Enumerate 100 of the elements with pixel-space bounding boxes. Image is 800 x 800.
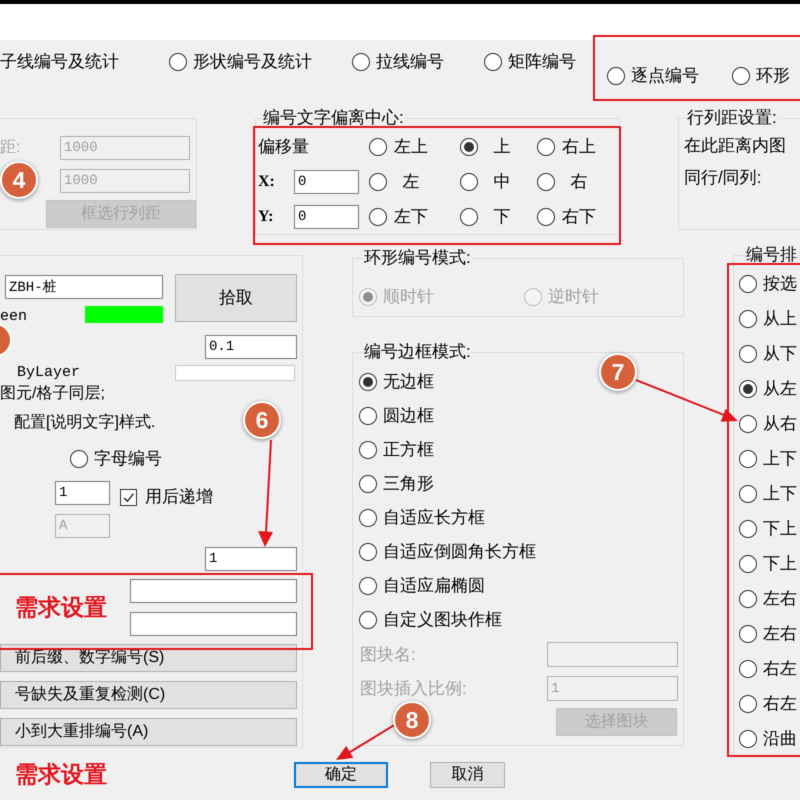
radio-icon[interactable] bbox=[739, 554, 757, 572]
checkbox-icon[interactable] bbox=[120, 488, 137, 506]
radio-icon[interactable] bbox=[369, 172, 387, 190]
radio-icon[interactable] bbox=[739, 520, 757, 538]
radio-icon[interactable] bbox=[460, 208, 478, 226]
action-button[interactable]: 小到大重排编号(A) bbox=[0, 718, 297, 746]
radio-icon[interactable] bbox=[359, 577, 377, 595]
axis-label: Y: bbox=[258, 206, 274, 226]
radio-icon[interactable] bbox=[359, 407, 377, 425]
radio-option[interactable]: 自适应扁椭圆 bbox=[359, 575, 485, 597]
radio-icon[interactable] bbox=[369, 138, 387, 156]
radio-option[interactable]: 无边框 bbox=[359, 371, 434, 393]
radio-option[interactable]: 自定义图块作框 bbox=[359, 609, 502, 631]
radio-icon[interactable] bbox=[484, 53, 502, 71]
text-height-field[interactable]: 0.1 bbox=[205, 335, 297, 359]
step-badge: 7 bbox=[599, 353, 637, 391]
mode-option-label[interactable]: 子线编号及统计 bbox=[0, 51, 119, 73]
radio-option[interactable]: 从右 bbox=[739, 412, 797, 434]
offset-y-field[interactable]: 0 bbox=[294, 204, 359, 228]
radio-icon[interactable] bbox=[732, 67, 750, 85]
radio-option[interactable]: 上 bbox=[460, 136, 520, 158]
radio-icon[interactable] bbox=[739, 484, 757, 502]
radio-icon[interactable] bbox=[607, 67, 625, 85]
radio-icon[interactable] bbox=[359, 611, 377, 629]
step-marker-icon bbox=[0, 323, 12, 357]
radio-icon[interactable] bbox=[359, 373, 377, 391]
radio-icon[interactable] bbox=[537, 208, 555, 226]
radio-option[interactable]: 下 bbox=[460, 206, 520, 228]
radio-icon[interactable] bbox=[739, 590, 757, 608]
radio-icon[interactable] bbox=[739, 624, 757, 642]
radio-option[interactable]: 三角形 bbox=[359, 473, 434, 495]
radio-option[interactable]: 下上 bbox=[739, 552, 797, 574]
prefix-field[interactable] bbox=[130, 579, 297, 603]
radio-option[interactable]: 字母编号 bbox=[70, 448, 162, 470]
radio-option[interactable]: 形状编号及统计 bbox=[169, 51, 312, 73]
radio-option[interactable]: 右左 bbox=[739, 658, 797, 680]
action-button[interactable]: 号缺失及重复检测(C) bbox=[0, 681, 297, 709]
radio-icon[interactable] bbox=[359, 543, 377, 561]
radio-icon[interactable] bbox=[739, 414, 757, 432]
radio-option[interactable]: 沿曲 bbox=[739, 728, 797, 750]
group-title: 行列距设置: bbox=[686, 107, 778, 129]
radio-option[interactable]: 中 bbox=[460, 170, 520, 192]
radio-icon[interactable] bbox=[359, 475, 377, 493]
radio-option[interactable]: 左右 bbox=[739, 622, 797, 644]
radio-icon[interactable] bbox=[369, 208, 387, 226]
radio-icon[interactable] bbox=[739, 694, 757, 712]
radio-option[interactable]: 从下 bbox=[739, 342, 797, 364]
radio-icon[interactable] bbox=[359, 441, 377, 459]
radio-icon[interactable] bbox=[739, 344, 757, 362]
group-title: 环形编号模式: bbox=[363, 247, 472, 269]
block-name-field[interactable] bbox=[547, 642, 678, 667]
radio-icon[interactable] bbox=[70, 450, 88, 468]
radio-option[interactable]: 下上 bbox=[739, 518, 797, 540]
radio-option[interactable]: 正方框 bbox=[359, 439, 434, 461]
start-number-field[interactable]: 1 bbox=[55, 481, 110, 505]
radio-option[interactable]: 从左 bbox=[739, 378, 797, 400]
radio-icon[interactable] bbox=[739, 310, 757, 328]
radio-option[interactable]: 左右 bbox=[739, 588, 797, 610]
pick-button[interactable]: 拾取 bbox=[175, 274, 297, 322]
step-field[interactable]: 1 bbox=[205, 547, 297, 571]
linetype-field[interactable] bbox=[175, 365, 295, 381]
radio-icon[interactable] bbox=[739, 660, 757, 678]
radio-option[interactable]: 左上 bbox=[369, 136, 429, 158]
radio-option[interactable]: 左 bbox=[369, 170, 429, 192]
axis-label: X: bbox=[258, 172, 275, 192]
radio-option[interactable]: 矩阵编号 bbox=[484, 51, 576, 73]
radio-icon[interactable] bbox=[359, 509, 377, 527]
cancel-button[interactable]: 取消 bbox=[430, 762, 505, 788]
radio-option[interactable]: 右 bbox=[537, 170, 597, 192]
radio-option[interactable]: 逐点编号 bbox=[607, 65, 699, 87]
radio-icon[interactable] bbox=[739, 274, 757, 292]
radio-icon[interactable] bbox=[739, 730, 757, 748]
radio-option[interactable]: 自适应倒圆角长方框 bbox=[359, 541, 536, 563]
radio-option[interactable]: 上下 bbox=[739, 448, 797, 470]
radio-option[interactable]: 上下 bbox=[739, 482, 797, 504]
radio-option[interactable]: 自适应长方框 bbox=[359, 507, 485, 529]
radio-option[interactable]: 右左 bbox=[739, 692, 797, 714]
radio-option[interactable]: 左下 bbox=[369, 206, 429, 228]
radio-option[interactable]: 按选 bbox=[739, 272, 797, 294]
radio-icon[interactable] bbox=[460, 172, 478, 190]
radio-icon[interactable] bbox=[739, 450, 757, 468]
info-text: 同行/同列: bbox=[684, 167, 762, 189]
radio-option[interactable]: 右上 bbox=[537, 136, 597, 158]
radio-icon[interactable] bbox=[352, 53, 370, 71]
radio-icon[interactable] bbox=[537, 138, 555, 156]
radio-option[interactable]: 从上 bbox=[739, 308, 797, 330]
offset-x-field[interactable]: 0 bbox=[294, 170, 359, 194]
ok-button[interactable]: 确定 bbox=[294, 762, 388, 788]
radio-icon[interactable] bbox=[460, 138, 478, 156]
radio-icon[interactable] bbox=[537, 172, 555, 190]
radio-icon[interactable] bbox=[169, 53, 187, 71]
layer-name-field[interactable]: ZBH-桩 bbox=[5, 275, 163, 299]
radio-icon[interactable] bbox=[739, 380, 757, 398]
radio-option[interactable]: 环形 bbox=[732, 65, 790, 87]
radio-option[interactable]: 拉线编号 bbox=[352, 51, 444, 73]
radio-option[interactable]: 圆边框 bbox=[359, 405, 434, 427]
radio-option[interactable]: 右下 bbox=[537, 206, 597, 228]
suffix-field[interactable] bbox=[130, 612, 297, 636]
info-text: 在此距离内图 bbox=[684, 135, 786, 157]
checkbox-option[interactable]: 用后递增 bbox=[120, 486, 213, 508]
